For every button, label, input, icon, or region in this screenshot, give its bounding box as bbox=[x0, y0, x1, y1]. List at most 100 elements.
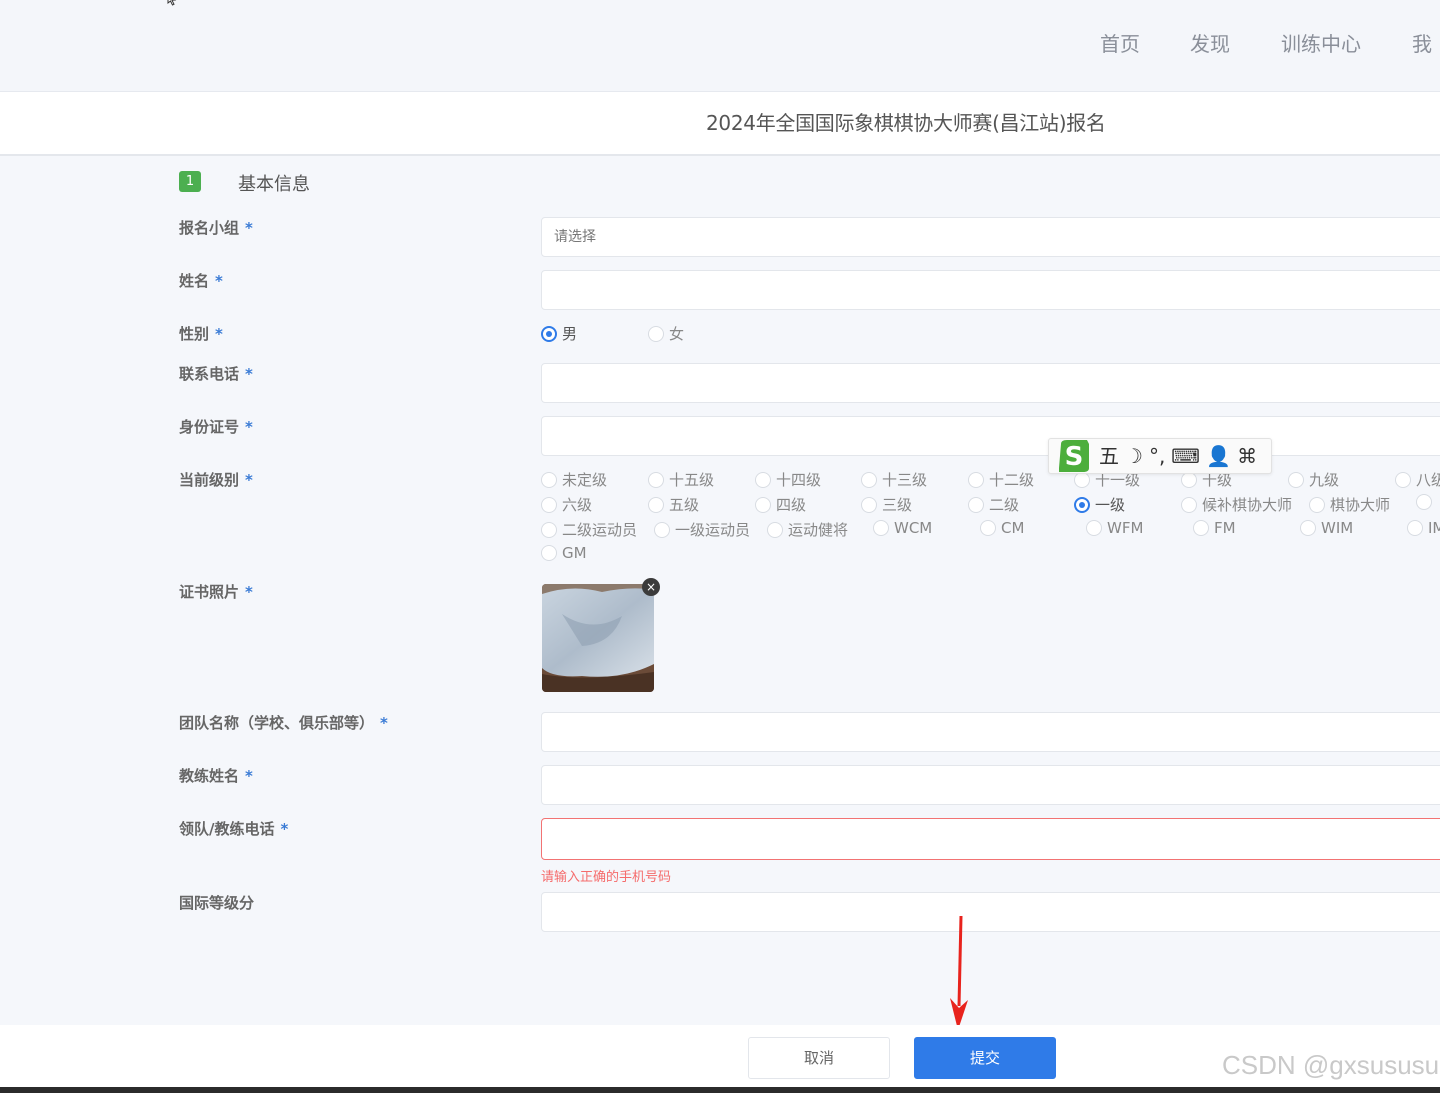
gender-radio-male[interactable]: 男 bbox=[541, 323, 577, 344]
level-radio-6[interactable]: 六级 bbox=[541, 494, 592, 515]
ime-toolbar: S 五 ☽ °, ⌨ 👤 ⌘ bbox=[1048, 438, 1272, 474]
sogou-logo-icon[interactable]: S bbox=[1055, 438, 1093, 474]
certificate-photo-upload[interactable]: × bbox=[540, 578, 660, 694]
name-label: 姓名 * bbox=[179, 272, 223, 290]
user-icon[interactable]: 👤 bbox=[1206, 446, 1231, 466]
intl-rating-field[interactable] bbox=[541, 892, 1440, 932]
level-radio-13[interactable]: 十三级 bbox=[861, 469, 927, 490]
ime-wubi-mode[interactable]: 五 bbox=[1099, 446, 1119, 466]
level-radio-5[interactable]: 五级 bbox=[648, 494, 699, 515]
level-radio-8[interactable]: 八级 bbox=[1395, 469, 1440, 490]
team-label: 团队名称（学校、俱乐部等） * bbox=[179, 714, 388, 732]
level-radio-14[interactable]: 十四级 bbox=[755, 469, 821, 490]
coach-name-input[interactable] bbox=[542, 766, 1440, 804]
radio-dot bbox=[648, 471, 664, 488]
radio-dot bbox=[980, 520, 996, 536]
phone-field[interactable] bbox=[541, 363, 1440, 403]
level-radio-wcm[interactable]: WCM bbox=[873, 519, 932, 537]
coach-phone-error: 请输入正确的手机号码 bbox=[541, 870, 672, 885]
coach-phone-field[interactable] bbox=[541, 818, 1440, 860]
group-select-input[interactable] bbox=[542, 218, 1440, 256]
radio-dot bbox=[873, 520, 889, 536]
punctuation-icon[interactable]: °, bbox=[1149, 446, 1165, 466]
bottom-strip bbox=[0, 1087, 1440, 1093]
radio-dot bbox=[755, 496, 771, 513]
radio-dot bbox=[767, 521, 783, 538]
coach-phone-input[interactable] bbox=[542, 819, 1440, 859]
id-number-input[interactable] bbox=[542, 417, 1440, 455]
submit-button[interactable]: 提交 bbox=[914, 1037, 1056, 1079]
radio-dot bbox=[541, 545, 557, 561]
level-radio-15[interactable]: 十五级 bbox=[648, 469, 714, 490]
gender-radio-female[interactable]: 女 bbox=[648, 323, 684, 344]
nav-home[interactable]: 首页 bbox=[1100, 28, 1140, 57]
radio-dot bbox=[1086, 520, 1102, 536]
coach-phone-label: 领队/教练电话 * bbox=[179, 820, 289, 838]
team-input[interactable] bbox=[542, 713, 1440, 751]
level-radio-more[interactable] bbox=[1416, 494, 1437, 510]
radio-dot bbox=[541, 521, 557, 538]
required-mark: * bbox=[245, 583, 253, 601]
coach-name-label: 教练姓名 * bbox=[179, 767, 253, 785]
radio-dot bbox=[861, 471, 877, 488]
level-radio-candidate-master[interactable]: 候补棋协大师 bbox=[1181, 494, 1292, 515]
svg-text:S: S bbox=[1065, 442, 1084, 472]
level-radio-2[interactable]: 二级 bbox=[968, 494, 1019, 515]
radio-dot bbox=[1407, 520, 1423, 536]
phone-input[interactable] bbox=[542, 364, 1440, 402]
coach-name-field[interactable] bbox=[541, 765, 1440, 805]
radio-dot bbox=[1181, 496, 1197, 513]
team-field[interactable] bbox=[541, 712, 1440, 752]
radio-dot bbox=[755, 471, 771, 488]
radio-dot bbox=[541, 325, 557, 342]
apps-icon[interactable]: ⌘ bbox=[1237, 446, 1257, 466]
required-mark: * bbox=[245, 418, 253, 436]
name-field[interactable] bbox=[541, 270, 1440, 310]
certificate-thumbnail bbox=[542, 584, 654, 692]
radio-dot bbox=[1288, 471, 1304, 488]
step-badge: 1 bbox=[179, 171, 201, 192]
gender-label: 性别 * bbox=[179, 325, 223, 343]
nav-me[interactable]: 我 bbox=[1412, 28, 1432, 57]
level-radio-im[interactable]: IM bbox=[1407, 519, 1440, 537]
nav-discover[interactable]: 发现 bbox=[1190, 28, 1230, 57]
level-radio-3[interactable]: 三级 bbox=[861, 494, 912, 515]
remove-photo-icon[interactable]: × bbox=[642, 578, 660, 596]
certificate-label: 证书照片 * bbox=[179, 583, 253, 601]
radio-dot bbox=[861, 496, 877, 513]
moon-icon[interactable]: ☽ bbox=[1125, 446, 1143, 466]
level-radio-12[interactable]: 十二级 bbox=[968, 469, 1034, 490]
group-select[interactable] bbox=[541, 217, 1440, 257]
radio-dot bbox=[1416, 494, 1432, 510]
level-radio-unrated[interactable]: 未定级 bbox=[541, 469, 607, 490]
radio-dot bbox=[648, 325, 664, 342]
level-radio-1[interactable]: 一级 bbox=[1074, 494, 1125, 515]
group-label: 报名小组 * bbox=[179, 219, 253, 237]
level-radio-wfm[interactable]: WFM bbox=[1086, 519, 1143, 537]
cancel-button[interactable]: 取消 bbox=[748, 1037, 890, 1079]
level-radio-athlete-2[interactable]: 二级运动员 bbox=[541, 519, 637, 540]
radio-dot bbox=[1193, 520, 1209, 536]
level-radio-athlete-1[interactable]: 一级运动员 bbox=[654, 519, 750, 540]
name-input[interactable] bbox=[542, 271, 1440, 309]
level-radio-association-master[interactable]: 棋协大师 bbox=[1309, 494, 1390, 515]
level-radio-wim[interactable]: WIM bbox=[1300, 519, 1353, 537]
required-mark: * bbox=[245, 767, 253, 785]
level-radio-9[interactable]: 九级 bbox=[1288, 469, 1339, 490]
section-title: 基本信息 bbox=[238, 174, 310, 195]
radio-dot bbox=[654, 521, 670, 538]
radio-dot bbox=[541, 471, 557, 488]
watermark: CSDN @gxsususu bbox=[1222, 1050, 1440, 1080]
phone-label: 联系电话 * bbox=[179, 365, 253, 383]
nav-training-center[interactable]: 训练中心 bbox=[1281, 28, 1361, 57]
level-radio-cm[interactable]: CM bbox=[980, 519, 1024, 537]
keyboard-icon[interactable]: ⌨ bbox=[1171, 446, 1200, 466]
intl-rating-input[interactable] bbox=[542, 893, 1440, 931]
level-radio-gm[interactable]: GM bbox=[541, 544, 587, 562]
level-radio-fm[interactable]: FM bbox=[1193, 519, 1236, 537]
radio-dot bbox=[541, 496, 557, 513]
level-radio-master-of-sport[interactable]: 运动健将 bbox=[767, 519, 848, 540]
level-radio-4[interactable]: 四级 bbox=[755, 494, 806, 515]
required-mark: * bbox=[215, 325, 223, 343]
id-number-field[interactable] bbox=[541, 416, 1440, 456]
